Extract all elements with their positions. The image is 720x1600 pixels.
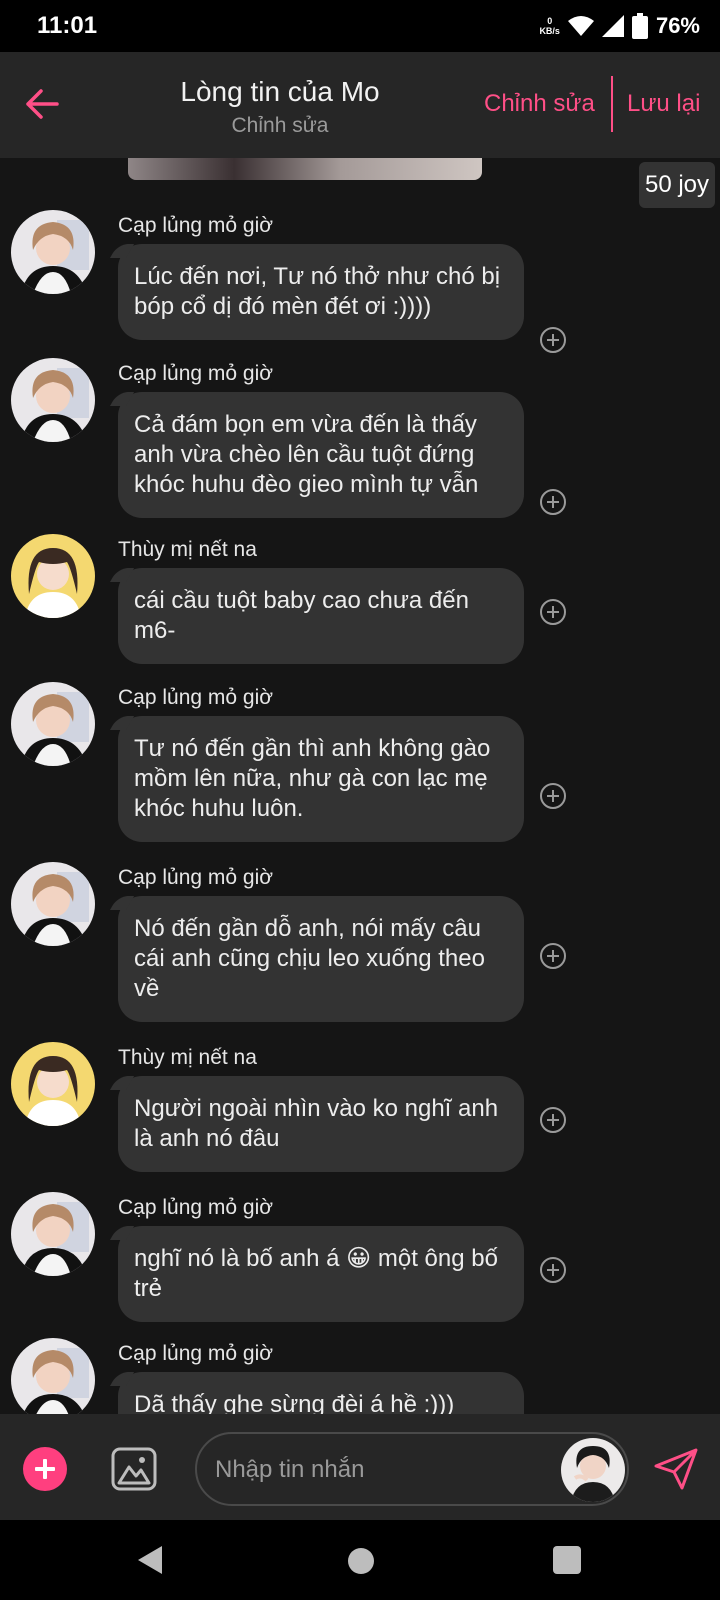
joy-badge: 50 joy bbox=[639, 162, 715, 208]
character-avatar[interactable] bbox=[561, 1438, 625, 1502]
header-divider bbox=[611, 76, 613, 132]
sender-name: Cạp lủng mỏ giờ bbox=[118, 1196, 274, 1219]
sender-name: Thùy mị nết na bbox=[118, 1046, 257, 1069]
message-bubble[interactable]: nghĩ nó là bố anh á 😀 một ông bố trẻ bbox=[118, 1226, 524, 1322]
system-nav-bar bbox=[0, 1520, 720, 1600]
nav-back-icon[interactable] bbox=[136, 1544, 164, 1576]
send-button[interactable] bbox=[652, 1444, 700, 1492]
plus-icon[interactable] bbox=[540, 1107, 566, 1133]
message-bubble[interactable]: cái cầu tuột baby cao chưa đến m6- bbox=[118, 568, 524, 664]
plus-icon[interactable] bbox=[540, 1257, 566, 1283]
nav-home-icon[interactable] bbox=[348, 1548, 374, 1574]
image-icon bbox=[111, 1447, 157, 1491]
avatar[interactable] bbox=[11, 862, 95, 946]
plus-icon[interactable] bbox=[540, 327, 566, 353]
network-speed: 0 KB/s bbox=[539, 16, 560, 36]
network-speed-unit: KB/s bbox=[539, 26, 560, 36]
sender-name: Cạp lủng mỏ giờ bbox=[118, 1342, 274, 1365]
message-composer bbox=[0, 1414, 720, 1520]
chat-header: Lòng tin của Mo Chỉnh sửa Chỉnh sửa Lưu … bbox=[0, 52, 720, 158]
avatar[interactable] bbox=[11, 358, 95, 442]
save-button[interactable]: Lưu lại bbox=[627, 90, 700, 118]
message-input[interactable] bbox=[215, 1450, 545, 1490]
page-subtitle: Chỉnh sửa bbox=[231, 114, 329, 137]
sender-name: Cạp lủng mỏ giờ bbox=[118, 866, 274, 889]
message-input-field bbox=[195, 1432, 629, 1506]
signal-icon bbox=[601, 15, 624, 37]
plus-icon[interactable] bbox=[540, 943, 566, 969]
avatar[interactable] bbox=[11, 1338, 95, 1414]
sender-name: Cạp lủng mỏ giờ bbox=[118, 362, 274, 385]
page-title: Lòng tin của Mo bbox=[180, 76, 380, 107]
plus-icon[interactable] bbox=[540, 783, 566, 809]
shared-image[interactable] bbox=[128, 158, 482, 180]
message-list[interactable]: 50 joy Cạp lủng mỏ giờ Lúc đến nơi, Tư n… bbox=[0, 158, 720, 1414]
sender-name: Thùy mị nết na bbox=[118, 538, 257, 561]
nav-recents-icon[interactable] bbox=[553, 1546, 581, 1574]
plus-icon[interactable] bbox=[540, 599, 566, 625]
avatar[interactable] bbox=[11, 1192, 95, 1276]
wifi-icon bbox=[567, 16, 594, 36]
battery-percent: 76% bbox=[655, 13, 700, 38]
message-bubble[interactable]: Lúc đến nơi, Tư nó thở như chó bị bóp cổ… bbox=[118, 244, 524, 340]
message-bubble[interactable]: Tư nó đến gần thì anh không gào mồm lên … bbox=[118, 716, 524, 842]
send-icon bbox=[654, 1448, 698, 1490]
edit-button[interactable]: Chỉnh sửa bbox=[484, 90, 595, 118]
avatar[interactable] bbox=[11, 210, 95, 294]
battery-icon bbox=[631, 13, 648, 39]
sender-name: Cạp lủng mỏ giờ bbox=[118, 214, 274, 237]
message-bubble[interactable]: Người ngoài nhìn vào ko nghĩ anh là anh … bbox=[118, 1076, 524, 1172]
message-bubble[interactable]: Cả đám bọn em vừa đến là thấy anh vừa ch… bbox=[118, 392, 524, 518]
plus-icon[interactable] bbox=[540, 489, 566, 515]
sender-name: Cạp lủng mỏ giờ bbox=[118, 686, 274, 709]
avatar[interactable] bbox=[11, 1042, 95, 1126]
message-bubble[interactable]: Nó đến gần dỗ anh, nói mấy câu cái anh c… bbox=[118, 896, 524, 1022]
status-icons: 0 KB/s 76% bbox=[539, 10, 700, 42]
avatar[interactable] bbox=[11, 534, 95, 618]
image-button[interactable] bbox=[111, 1447, 157, 1491]
message-bubble[interactable]: Dã thấy ghe sừng đèi á hề :))) bbox=[118, 1372, 524, 1414]
status-bar: 11:01 0 KB/s 76% bbox=[0, 0, 720, 52]
network-speed-value: 0 bbox=[547, 16, 553, 26]
plus-circle-icon[interactable] bbox=[23, 1447, 67, 1491]
avatar[interactable] bbox=[11, 682, 95, 766]
status-time: 11:01 bbox=[37, 12, 98, 39]
